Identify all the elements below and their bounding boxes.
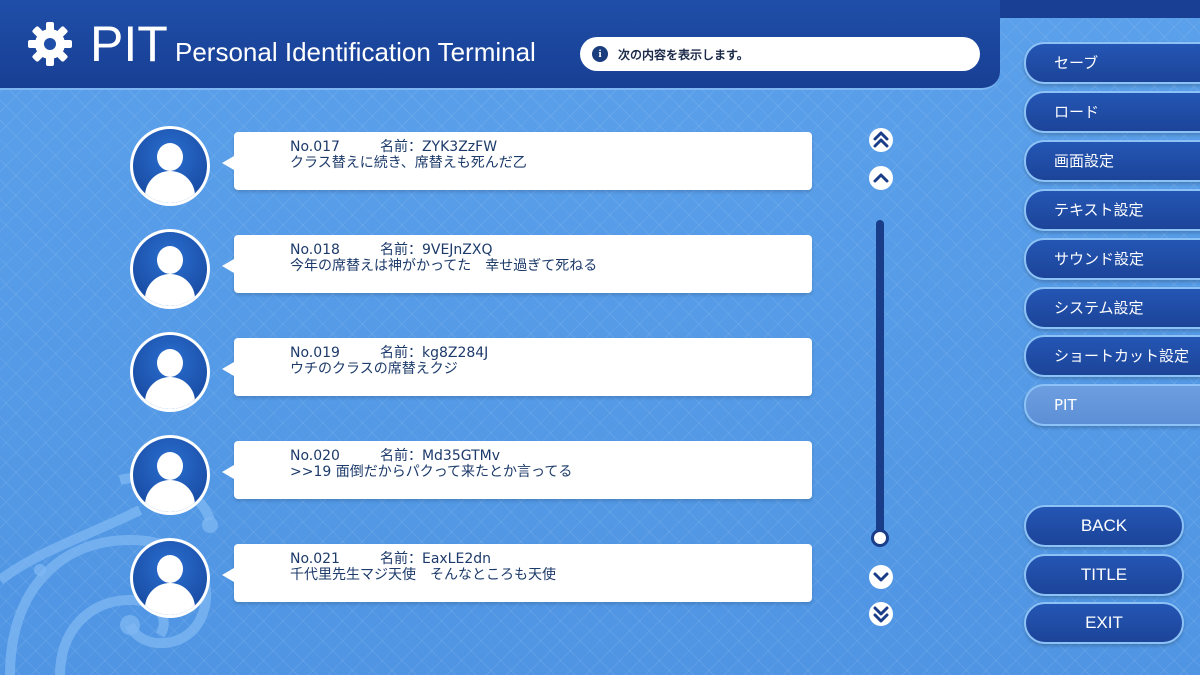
gear-icon[interactable] xyxy=(26,20,74,68)
message-meta: No.021 名前：EaxLE2dn xyxy=(290,548,491,568)
scrollbar-thumb[interactable] xyxy=(871,529,889,547)
menu-system-settings-button[interactable]: システム設定 xyxy=(1024,287,1200,329)
message-meta: No.020 名前：Md35GTMv xyxy=(290,445,500,465)
title-button[interactable]: TITLE xyxy=(1024,554,1184,596)
message-author: 名前：9VEJnZXQ xyxy=(379,242,493,258)
message-bubble: No.020 名前：Md35GTMv >>19 面倒だからパクって来たとか言ってる xyxy=(222,441,812,499)
message-author: 名前：EaxLE2dn xyxy=(379,551,491,567)
list-item: No.019 名前：kg8Z284J ウチのクラスの席替えクジ xyxy=(130,332,820,412)
list-item: No.020 名前：Md35GTMv >>19 面倒だからパクって来たとか言ってる xyxy=(130,435,820,515)
scroll-top-button[interactable] xyxy=(866,127,896,153)
message-number: No.018 xyxy=(290,242,340,258)
menu-save-button[interactable]: セーブ xyxy=(1024,42,1200,84)
scrollbar-track[interactable] xyxy=(876,220,884,540)
header: PIT Personal Identification Terminal i 次… xyxy=(0,0,1000,90)
user-avatar-icon xyxy=(130,229,210,309)
message-number: No.019 xyxy=(290,345,340,361)
menu-shortcut-settings-button[interactable]: ショートカット設定 xyxy=(1024,335,1200,377)
message-text: >>19 面倒だからパクって来たとか言ってる xyxy=(290,464,573,480)
message-bubble: No.017 名前：ZYK3ZzFW クラス替えに続き、席替えも死んだ乙 xyxy=(222,132,812,190)
info-text: 次の内容を表示します。 xyxy=(618,47,749,62)
app-subtitle: Personal Identification Terminal xyxy=(175,37,536,67)
message-bubble: No.018 名前：9VEJnZXQ 今年の席替えは神がかってた 幸せ過ぎて死ねる xyxy=(222,235,812,293)
info-bar: i 次の内容を表示します。 xyxy=(580,37,980,71)
message-author: 名前：Md35GTMv xyxy=(379,448,501,464)
message-author: 名前：ZYK3ZzFW xyxy=(379,139,498,155)
exit-button[interactable]: EXIT xyxy=(1024,602,1184,644)
menu-sound-settings-button[interactable]: サウンド設定 xyxy=(1024,238,1200,280)
menu-load-button[interactable]: ロード xyxy=(1024,91,1200,133)
message-text: 千代里先生マジ天使 そんなところも天使 xyxy=(290,567,556,583)
menu-screen-settings-button[interactable]: 画面設定 xyxy=(1024,140,1200,182)
message-meta: No.018 名前：9VEJnZXQ xyxy=(290,239,493,259)
double-chevron-down-icon xyxy=(869,602,893,626)
message-number: No.020 xyxy=(290,448,340,464)
message-number: No.021 xyxy=(290,551,340,567)
info-icon: i xyxy=(592,46,608,62)
user-avatar-icon xyxy=(130,435,210,515)
message-meta: No.019 名前：kg8Z284J xyxy=(290,342,488,362)
message-text: 今年の席替えは神がかってた 幸せ過ぎて死ねる xyxy=(290,258,598,274)
message-bubble: No.021 名前：EaxLE2dn 千代里先生マジ天使 そんなところも天使 xyxy=(222,544,812,602)
scroll-bottom-button[interactable] xyxy=(866,601,896,627)
message-text: ウチのクラスの席替えクジ xyxy=(290,361,458,377)
scroll-up-button[interactable] xyxy=(866,165,896,191)
message-author: 名前：kg8Z284J xyxy=(379,345,489,361)
double-chevron-up-icon xyxy=(869,128,893,152)
header-topline xyxy=(1000,0,1200,18)
back-button[interactable]: BACK xyxy=(1024,505,1184,547)
menu-pit-button[interactable]: PIT xyxy=(1024,384,1200,426)
message-bubble: No.019 名前：kg8Z284J ウチのクラスの席替えクジ xyxy=(222,338,812,396)
chevron-up-icon xyxy=(869,166,893,190)
message-text: クラス替えに続き、席替えも死んだ乙 xyxy=(290,155,527,171)
chevron-down-icon xyxy=(869,565,893,589)
user-avatar-icon xyxy=(130,332,210,412)
list-item: No.018 名前：9VEJnZXQ 今年の席替えは神がかってた 幸せ過ぎて死ねる xyxy=(130,229,820,309)
user-avatar-icon xyxy=(130,126,210,206)
user-avatar-icon xyxy=(130,538,210,618)
message-number: No.017 xyxy=(290,139,340,155)
list-item: No.021 名前：EaxLE2dn 千代里先生マジ天使 そんなところも天使 xyxy=(130,538,820,618)
scroll-down-button[interactable] xyxy=(866,564,896,590)
list-item: No.017 名前：ZYK3ZzFW クラス替えに続き、席替えも死んだ乙 xyxy=(130,126,820,206)
app-logo: PIT xyxy=(90,16,168,72)
menu-text-settings-button[interactable]: テキスト設定 xyxy=(1024,189,1200,231)
message-meta: No.017 名前：ZYK3ZzFW xyxy=(290,136,497,156)
